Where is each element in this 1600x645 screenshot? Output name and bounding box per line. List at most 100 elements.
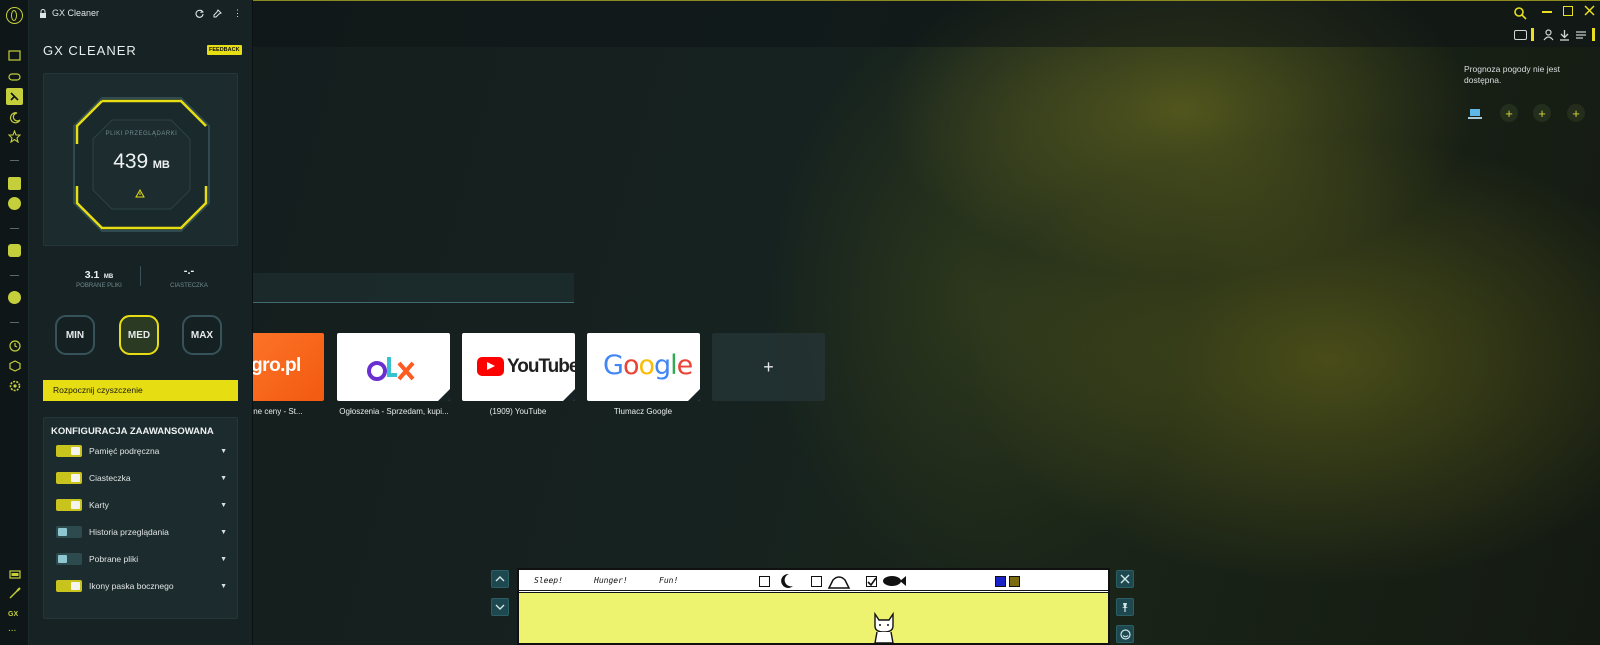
config-row-downloads[interactable]: Pobrane pliki ▼ [56,551,227,567]
gx-cleaner-panel: GX Cleaner ⋮ GX CLEANER FEEDBACK PLIKI P… [29,0,253,645]
search-input[interactable] [240,273,574,303]
downloads-stat: 3.1 MB [84,269,114,281]
add-widget-button-3[interactable]: + [1567,104,1585,122]
moon-sidebar-icon[interactable] [7,110,22,125]
feedback-button[interactable]: FEEDBACK [207,45,242,55]
downloads-caption: POBRANE PLIKI [76,283,122,289]
cookies-caption: CIASTECZKA [170,283,208,289]
widget-scroll-up-button[interactable] [491,570,509,588]
chevron-down-icon[interactable]: ▼ [220,583,227,590]
history-toggle[interactable] [56,526,82,538]
gx-cleaner-icon[interactable] [6,88,23,105]
color-swatch-blue[interactable] [995,576,1006,587]
gauge-caption: PLIKI PRZEGLĄDARKI [105,131,178,137]
reload-icon[interactable] [195,9,204,18]
food-icon [827,572,851,590]
mode-max-button[interactable]: MAX [182,315,222,355]
pet-widget[interactable]: Sleep! Hunger! Fun! [517,568,1110,645]
camera-icon[interactable] [1514,30,1527,40]
brush-icon[interactable] [7,585,22,600]
config-row-cache[interactable]: Pamięć podręczna ▼ [56,443,227,459]
pin-panel-icon[interactable] [213,8,222,18]
hunger-stat: Hunger! [594,576,628,585]
more-options-icon[interactable]: ... [8,624,16,634]
google-tile-text: Google [603,350,693,381]
config-row-history[interactable]: Historia przeglądania ▼ [56,524,227,540]
video-player-icon[interactable] [7,48,22,63]
fun-checkbox[interactable] [866,576,877,587]
aria-icon[interactable] [8,177,21,190]
panel-more-icon[interactable]: ⋮ [233,8,242,18]
speed-dial-tile-youtube[interactable]: YouTube [462,333,575,401]
moon-icon [775,572,797,590]
weather-message: Prognoza pogody nie jest dostępna. [1464,64,1560,85]
spotify-icon[interactable] [8,291,21,304]
whatsapp-icon[interactable] [8,244,21,257]
add-speed-dial-button[interactable]: + [712,333,825,401]
minimize-icon[interactable] [1542,11,1552,13]
search-icon[interactable] [1513,6,1527,20]
speed-dial-tile-olx[interactable] [337,333,450,401]
widget-emoji-button[interactable] [1116,625,1134,643]
controller-icon[interactable] [7,69,22,84]
widget-close-button[interactable] [1116,570,1134,588]
chevron-down-icon[interactable]: ▼ [220,529,227,536]
warning-icon [135,189,145,198]
maximize-icon[interactable] [1563,6,1573,16]
menu-icon[interactable] [1576,30,1586,40]
opera-gx-logo-icon[interactable] [6,7,23,24]
add-widget-button-2[interactable]: + [1533,104,1551,122]
pet-cat-icon[interactable] [869,610,899,644]
hunger-checkbox[interactable] [811,576,822,587]
downloads-toggle[interactable] [56,553,82,565]
page-title: GX CLEANER [43,43,137,58]
cache-toggle[interactable] [56,445,82,457]
pet-status-bar: Sleep! Hunger! Fun! [519,570,1108,593]
olx-logo-icon [367,357,415,381]
cookies-stat: -.- [183,265,195,277]
speed-dial-label-olx: Ogłoszenia - Sprzedam, kupi... [339,407,449,416]
battery-icon[interactable] [7,567,22,582]
cookies-toggle[interactable] [56,472,82,484]
speed-dial-label-youtube: (1909) YouTube [489,407,547,416]
start-cleaning-button[interactable]: Rozpocznij czyszczenie [43,380,238,401]
widget-pin-button[interactable] [1116,598,1134,616]
chevron-down-icon[interactable]: ▼ [220,448,227,455]
sidebar: GX ... [0,0,29,645]
youtube-tile-text: YouTube [507,356,575,377]
config-row-tabs[interactable]: Karty ▼ [56,497,227,513]
laptop-icon[interactable] [1467,107,1483,121]
chevron-down-icon[interactable]: ▼ [220,556,227,563]
speed-dial-tile-google[interactable]: Google [587,333,700,401]
close-window-icon[interactable] [1583,4,1596,17]
chevron-down-icon[interactable]: ▼ [220,475,227,482]
sleep-stat: Sleep! [534,576,563,585]
youtube-play-icon [477,357,504,376]
config-row-sidebar-icons[interactable]: Ikony paska bocznego ▼ [56,578,227,594]
advanced-config-title: KONFIGURACJA ZAAWANSOWANA [51,426,214,437]
chevron-down-icon[interactable]: ▼ [220,502,227,509]
sleep-checkbox[interactable] [759,576,770,587]
tabs-toggle[interactable] [56,499,82,511]
sidebar-icons-toggle[interactable] [56,580,82,592]
gauge-card: PLIKI PRZEGLĄDARKI 439 MB [43,73,238,246]
star-icon[interactable] [7,129,22,144]
cube-icon[interactable] [7,358,22,373]
messenger-icon[interactable] [8,197,21,210]
add-widget-button-1[interactable]: + [1500,104,1518,122]
profile-icon[interactable] [1543,29,1554,41]
fish-icon [881,573,907,589]
gx-corner-label[interactable]: GX [8,611,18,618]
gauge-value: 439 MB [113,150,170,173]
fun-stat: Fun! [659,576,679,585]
mode-min-button[interactable]: MIN [55,315,95,355]
settings-icon[interactable] [7,378,22,393]
config-row-cookies[interactable]: Ciasteczka ▼ [56,470,227,486]
mode-med-button[interactable]: MED [119,315,159,355]
stats-divider [140,266,141,286]
color-swatch-olive[interactable] [1009,576,1020,587]
panel-window-title: GX Cleaner [52,8,100,18]
widget-scroll-down-button[interactable] [491,598,509,616]
download-icon[interactable] [1559,29,1570,41]
history-icon[interactable] [7,338,22,353]
